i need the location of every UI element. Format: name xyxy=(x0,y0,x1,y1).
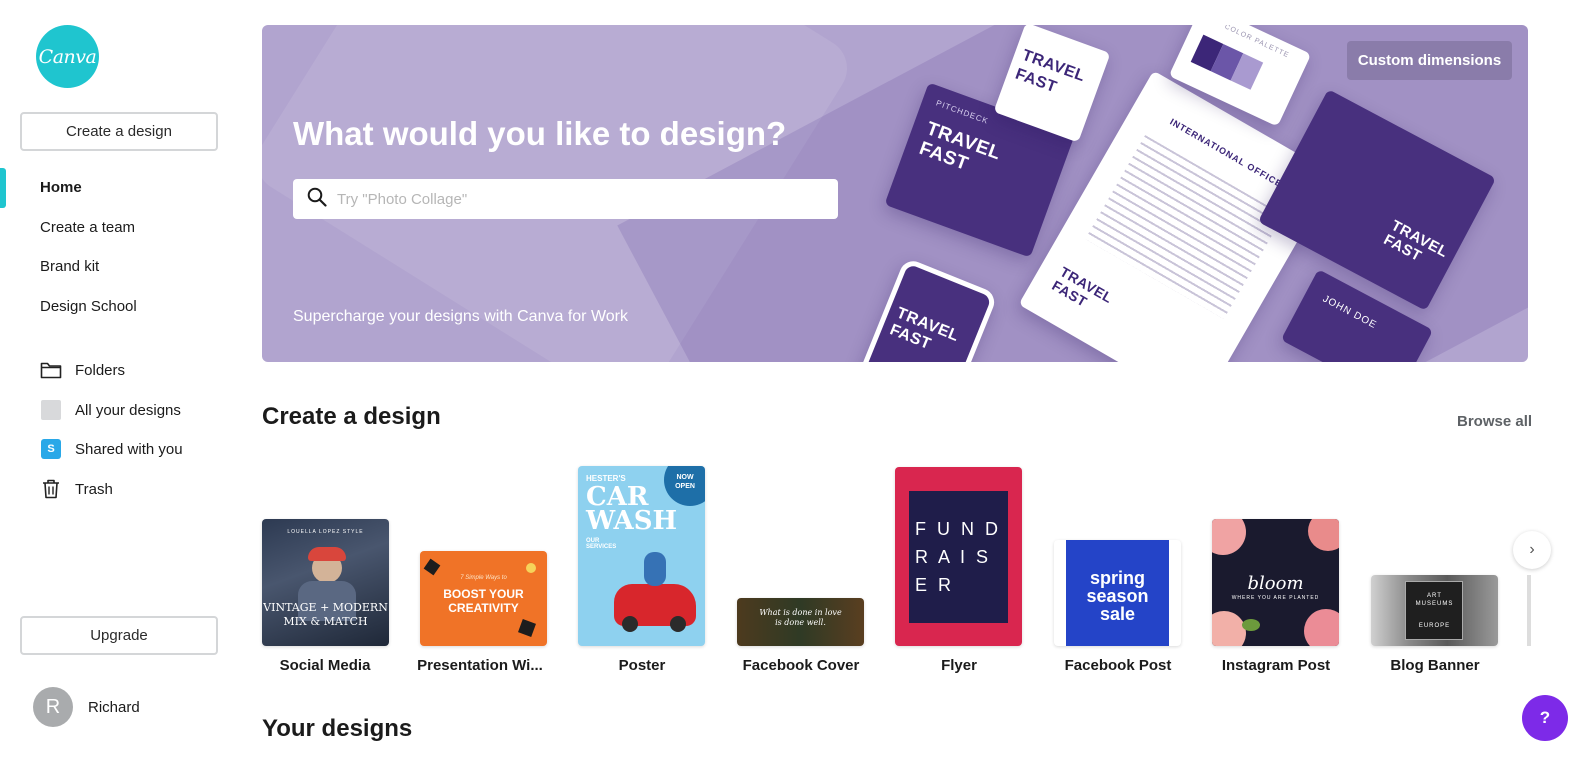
question-icon: ? xyxy=(1539,708,1551,727)
thumb-instagram-post[interactable]: bloom WHERE YOU ARE PLANTED xyxy=(1212,519,1339,646)
avatar: R xyxy=(33,687,73,727)
trash-icon xyxy=(40,478,62,500)
user-name: Richard xyxy=(88,698,140,716)
thumb-label-facebook-post[interactable]: Facebook Post xyxy=(1054,657,1182,674)
chevron-right-icon: › xyxy=(1529,541,1535,558)
hero-banner: PITCHDECK TRAVEL FAST TRAVEL FAST TRAVEL… xyxy=(262,25,1528,362)
nav-all-designs[interactable]: All your designs xyxy=(40,398,181,422)
search-icon xyxy=(307,187,327,212)
nav-home[interactable]: Home xyxy=(40,179,82,196)
nav-design-school[interactable]: Design School xyxy=(40,298,137,315)
canva-logo[interactable]: Canva xyxy=(36,25,99,88)
thumb-flyer[interactable]: F U N D R A I S E R xyxy=(895,467,1022,646)
upgrade-button[interactable]: Upgrade xyxy=(20,616,218,655)
thumb-label-social-media[interactable]: Social Media xyxy=(261,657,389,674)
thumb-label-poster[interactable]: Poster xyxy=(578,657,706,674)
thumb-label-blog-banner[interactable]: Blog Banner xyxy=(1371,657,1499,674)
help-button[interactable]: ? xyxy=(1522,695,1568,741)
search-input[interactable] xyxy=(337,190,817,208)
nav-trash-label: Trash xyxy=(75,480,113,498)
browse-all-link[interactable]: Browse all xyxy=(1457,413,1532,430)
thumb-presentation[interactable]: 7 Simple Ways to BOOST YOUR CREATIVITY xyxy=(420,551,547,646)
next-thumb-peek xyxy=(1527,575,1531,646)
thumb-poster[interactable]: NOW OPEN HESTER'S CAR WASH OUR SERVICES xyxy=(578,466,705,646)
sidebar: Canva Create a design Home Create a team… xyxy=(0,0,238,765)
nav-all-designs-label: All your designs xyxy=(75,401,181,419)
create-design-heading: Create a design xyxy=(262,403,441,430)
nav-trash[interactable]: Trash xyxy=(40,477,113,501)
user-menu[interactable]: R Richard xyxy=(33,687,140,727)
nav-shared-with-you[interactable]: S Shared with you xyxy=(40,437,183,461)
nav-folders[interactable]: Folders xyxy=(40,358,125,382)
folder-icon xyxy=(40,359,62,381)
thumb-label-facebook-cover[interactable]: Facebook Cover xyxy=(737,657,865,674)
thumb-facebook-post[interactable]: spring season sale xyxy=(1054,540,1181,646)
nav-brand-kit[interactable]: Brand kit xyxy=(40,258,99,275)
create-design-button[interactable]: Create a design xyxy=(20,112,218,151)
your-designs-heading: Your designs xyxy=(262,715,413,742)
thumb-label-flyer[interactable]: Flyer xyxy=(895,657,1023,674)
design-search[interactable] xyxy=(293,179,838,219)
thumb-blog-banner[interactable]: ART MUSEUMS EUROPE xyxy=(1371,575,1498,646)
banner-subtitle[interactable]: Supercharge your designs with Canva for … xyxy=(293,308,628,326)
nav-create-team[interactable]: Create a team xyxy=(40,219,135,236)
carousel-next-button[interactable]: › xyxy=(1513,531,1551,569)
thumb-label-presentation[interactable]: Presentation Wi... xyxy=(416,657,544,674)
nav-folders-label: Folders xyxy=(75,361,126,379)
active-nav-indicator xyxy=(0,168,6,208)
nav-shared-label: Shared with you xyxy=(75,440,183,458)
all-designs-icon xyxy=(40,399,62,421)
thumb-facebook-cover[interactable]: What is done in love is done well. xyxy=(737,598,864,646)
custom-dimensions-button[interactable]: Custom dimensions xyxy=(1347,41,1512,80)
banner-title: What would you like to design? xyxy=(293,115,787,152)
shared-icon: S xyxy=(40,438,62,460)
canva-home: Canva Create a design Home Create a team… xyxy=(0,0,1583,765)
thumb-social-media[interactable]: LOUELLA LOPEZ STYLE VINTAGE + MODERN MIX… xyxy=(262,519,389,646)
thumb-label-instagram-post[interactable]: Instagram Post xyxy=(1212,657,1340,674)
